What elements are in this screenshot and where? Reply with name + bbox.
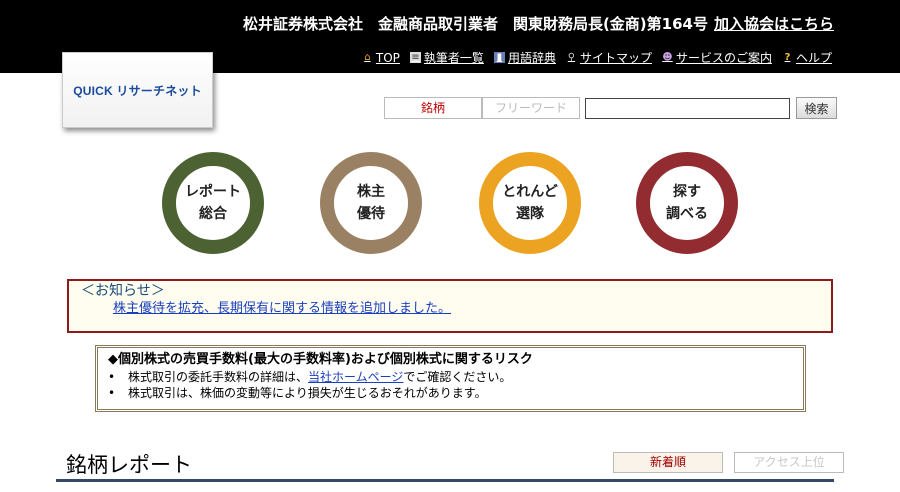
company-homepage-link[interactable]: 当社ホームページ bbox=[308, 370, 403, 384]
bullet: • bbox=[108, 370, 116, 384]
association-link[interactable]: 加入協会はこちら bbox=[714, 15, 834, 33]
shareholder-benefits-label: 株主 優待 bbox=[357, 184, 385, 222]
risk-item-price: • 株式取引は、株価の変動等により損失が生じるおそれがあります。 bbox=[108, 385, 795, 401]
nav-authors-link[interactable]: ≡ 執筆者一覧 bbox=[409, 49, 484, 66]
nav-sitemap-label: サイトマップ bbox=[579, 51, 652, 65]
sort-tab-newest[interactable]: 新着順 bbox=[613, 452, 723, 473]
trend-squad-label: とれんど 選隊 bbox=[502, 184, 558, 222]
search-button[interactable]: 検索 bbox=[796, 97, 837, 119]
nav-services-label: サービスのご案内 bbox=[675, 51, 772, 65]
search-tab-ticker[interactable]: 銘柄 bbox=[384, 97, 482, 119]
nav-sitemap-link[interactable]: ⚲ サイトマップ bbox=[566, 49, 652, 66]
trend-squad-button[interactable]: とれんど 選隊 bbox=[479, 152, 581, 254]
help-icon: ? bbox=[784, 52, 791, 63]
search-icon: ⚲ bbox=[567, 52, 576, 63]
company-registration-text: 松井証券株式会社 金融商品取引業者 関東財務局長(金商)第164号 bbox=[242, 15, 708, 33]
search-research-label: 探す 調べる bbox=[666, 184, 708, 222]
logo-text: QUICK リサーチネット bbox=[73, 83, 202, 98]
notice-title: ＜お知らせ＞ bbox=[81, 283, 165, 299]
sort-tabs: 新着順 アクセス上位 bbox=[613, 452, 844, 473]
shareholder-benefits-button[interactable]: 株主 優待 bbox=[320, 152, 422, 254]
book-icon: ▮ bbox=[493, 52, 505, 63]
nav-glossary-link[interactable]: ▮ 用語辞典 bbox=[493, 49, 556, 66]
user-icon: ☻ bbox=[662, 52, 673, 63]
report-summary-button[interactable]: レポート 総合 bbox=[162, 152, 264, 254]
search-bar: 銘柄 フリーワード 検索 bbox=[384, 97, 837, 119]
search-tab-freeword[interactable]: フリーワード bbox=[482, 97, 580, 119]
sort-tab-most-accessed[interactable]: アクセス上位 bbox=[734, 452, 844, 473]
notice-link[interactable]: 株主優待を拡充、長期保有に関する情報を追加しました。 bbox=[113, 300, 819, 317]
risk-item-commission: • 株式取引の委託手数料の詳細は、当社ホームページでご確認ください。 bbox=[108, 369, 795, 385]
notice-box: ＜お知らせ＞ 株主優待を拡充、長期保有に関する情報を追加しました。 bbox=[67, 279, 833, 333]
risk-text-after: でご確認ください。 bbox=[403, 370, 512, 384]
quick-research-net-logo[interactable]: QUICK リサーチネット bbox=[62, 52, 213, 128]
nav-help-link[interactable]: ? ヘルプ bbox=[782, 49, 832, 66]
nav-services-link[interactable]: ☻ サービスのご案内 bbox=[662, 49, 772, 66]
document-icon: ≡ bbox=[409, 52, 421, 63]
nav-top-label: TOP bbox=[375, 50, 400, 65]
bullet: • bbox=[108, 386, 116, 400]
search-input[interactable] bbox=[585, 97, 790, 119]
nav-glossary-label: 用語辞典 bbox=[507, 51, 556, 65]
home-icon: ⌂ bbox=[364, 52, 371, 63]
risk-text-before: 株式取引の委託手数料の詳細は、 bbox=[128, 370, 309, 384]
risk-item-commission-text: 株式取引の委託手数料の詳細は、当社ホームページでご確認ください。 bbox=[128, 369, 511, 385]
risk-title: ◆個別株式の売買手数料(最大の手数料率)および個別株式に関するリスク bbox=[108, 352, 533, 367]
section-divider bbox=[56, 479, 834, 482]
risk-disclosure-box: ◆個別株式の売買手数料(最大の手数料率)および個別株式に関するリスク • 株式取… bbox=[95, 345, 806, 412]
report-summary-label: レポート 総合 bbox=[185, 184, 241, 222]
risk-item-price-text: 株式取引は、株価の変動等により損失が生じるおそれがあります。 bbox=[128, 386, 487, 400]
nav-authors-label: 執筆者一覧 bbox=[423, 51, 484, 65]
nav-top-link[interactable]: ⌂ TOP bbox=[362, 49, 400, 66]
search-research-button[interactable]: 探す 調べる bbox=[636, 152, 738, 254]
company-info: 松井証券株式会社 金融商品取引業者 関東財務局長(金商)第164号 加入協会はこち… bbox=[243, 13, 834, 34]
section-title: 銘柄レポート bbox=[66, 453, 192, 477]
nav-help-label: ヘルプ bbox=[795, 51, 832, 65]
utility-nav: ⌂ TOP ≡ 執筆者一覧 ▮ 用語辞典 ⚲ サイトマップ ☻ サービスのご案内 ? ヘルプ bbox=[362, 49, 832, 66]
